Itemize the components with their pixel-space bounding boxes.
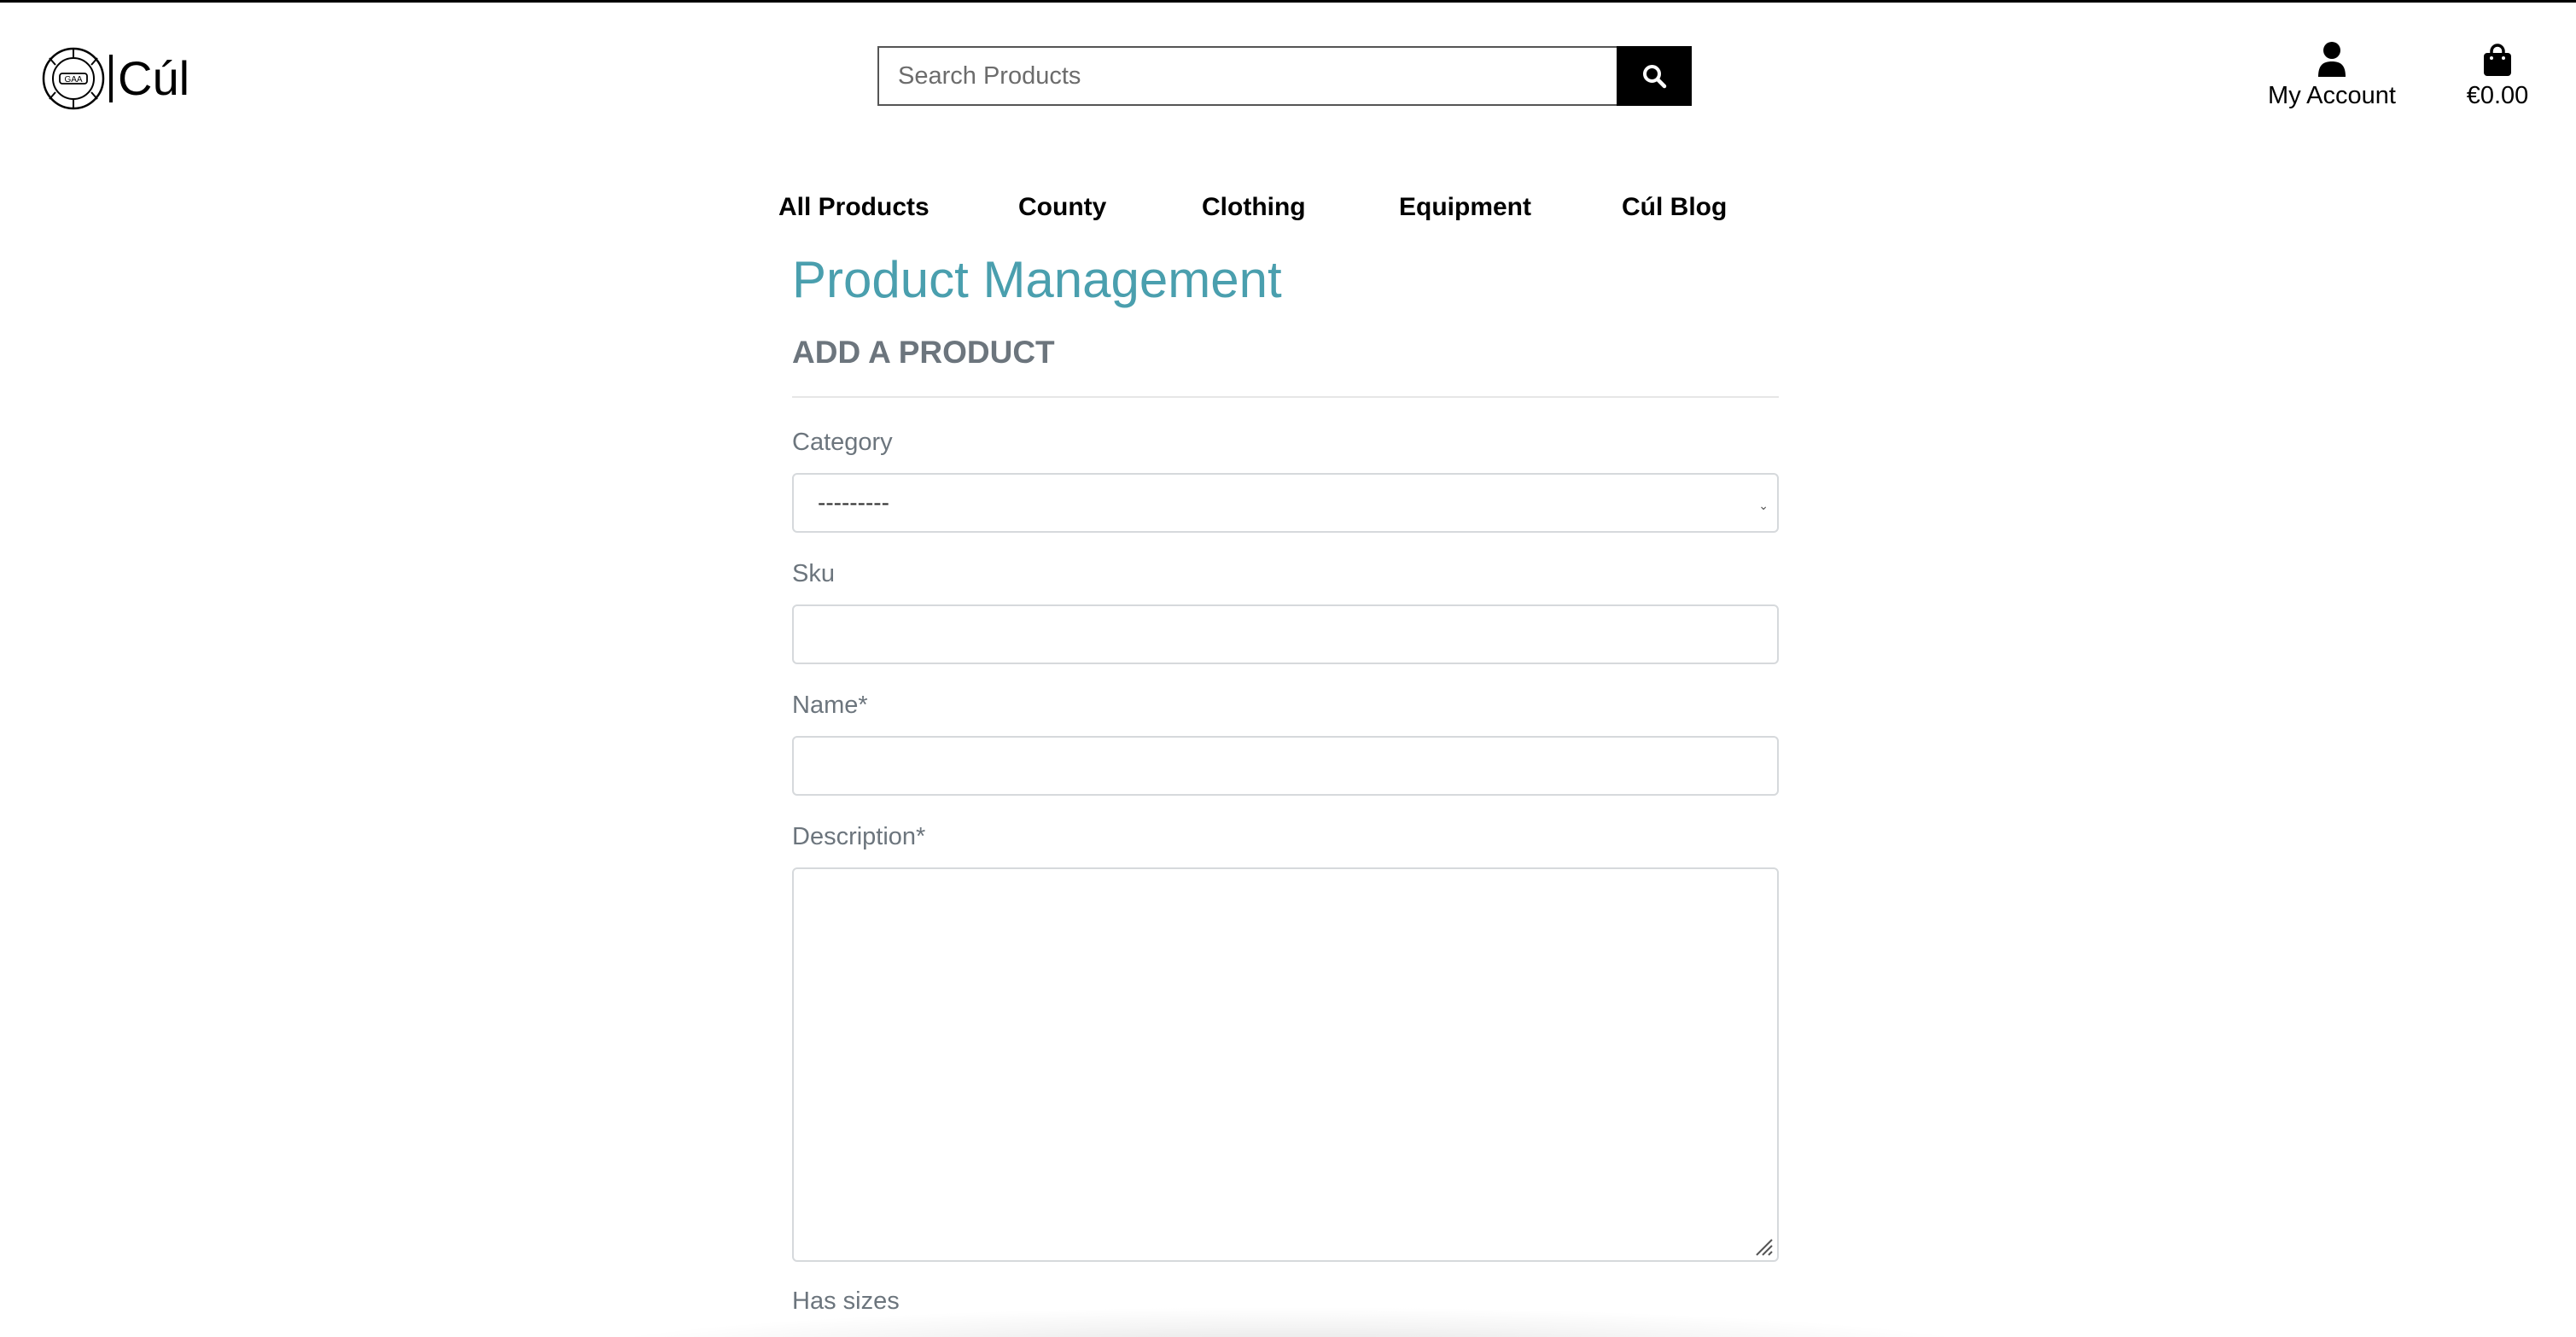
- section-title: ADD A PRODUCT: [792, 335, 1055, 370]
- search-icon: [1643, 65, 1667, 89]
- category-select[interactable]: ---------: [792, 473, 1779, 533]
- has-sizes-label: Has sizes: [792, 1287, 900, 1315]
- sku-input[interactable]: [792, 604, 1779, 664]
- search-bar: [877, 46, 1692, 106]
- cart-link[interactable]: €0.00: [2455, 38, 2540, 110]
- description-label: Description*: [792, 823, 926, 850]
- nav-county[interactable]: County: [1018, 193, 1106, 222]
- cart-total: €0.00: [2466, 82, 2529, 109]
- main-nav: All Products County Clothing Equipment C…: [0, 193, 2576, 227]
- name-label: Name*: [792, 692, 868, 719]
- shopping-bag-icon: [2484, 44, 2511, 76]
- name-input[interactable]: [792, 736, 1779, 796]
- brand-name: Cúl: [118, 51, 190, 105]
- brand-logo[interactable]: GAA Cúl: [41, 44, 189, 113]
- nav-clothing[interactable]: Clothing: [1202, 193, 1306, 222]
- user-icon: [2318, 42, 2346, 77]
- page-title: Product Management: [792, 251, 1282, 308]
- product-management-form: Product Management ADD A PRODUCT Categor…: [792, 248, 1779, 1317]
- my-account-link[interactable]: My Account: [2262, 38, 2402, 110]
- description-textarea[interactable]: [792, 867, 1779, 1262]
- top-border: [0, 0, 2576, 3]
- my-account-label: My Account: [2268, 82, 2396, 109]
- resize-handle-icon[interactable]: [1753, 1236, 1774, 1257]
- category-selected-value: ---------: [818, 489, 889, 516]
- category-label: Category: [792, 429, 893, 456]
- description-wrapper: [792, 867, 1779, 1262]
- search-button[interactable]: [1617, 46, 1692, 106]
- nav-all-products[interactable]: All Products: [778, 193, 930, 222]
- nav-equipment[interactable]: Equipment: [1399, 193, 1531, 222]
- nav-cul-blog[interactable]: Cúl Blog: [1622, 193, 1727, 222]
- chevron-down-icon: ⌄: [1758, 499, 1769, 512]
- category-select-wrapper: --------- ⌄: [792, 473, 1779, 533]
- section-divider: [792, 396, 1779, 398]
- search-input[interactable]: [877, 46, 1617, 106]
- svg-text:GAA: GAA: [64, 75, 82, 85]
- gaa-ball-logo-icon: GAA: [42, 47, 105, 110]
- sku-label: Sku: [792, 560, 835, 587]
- logo-divider: [109, 55, 113, 102]
